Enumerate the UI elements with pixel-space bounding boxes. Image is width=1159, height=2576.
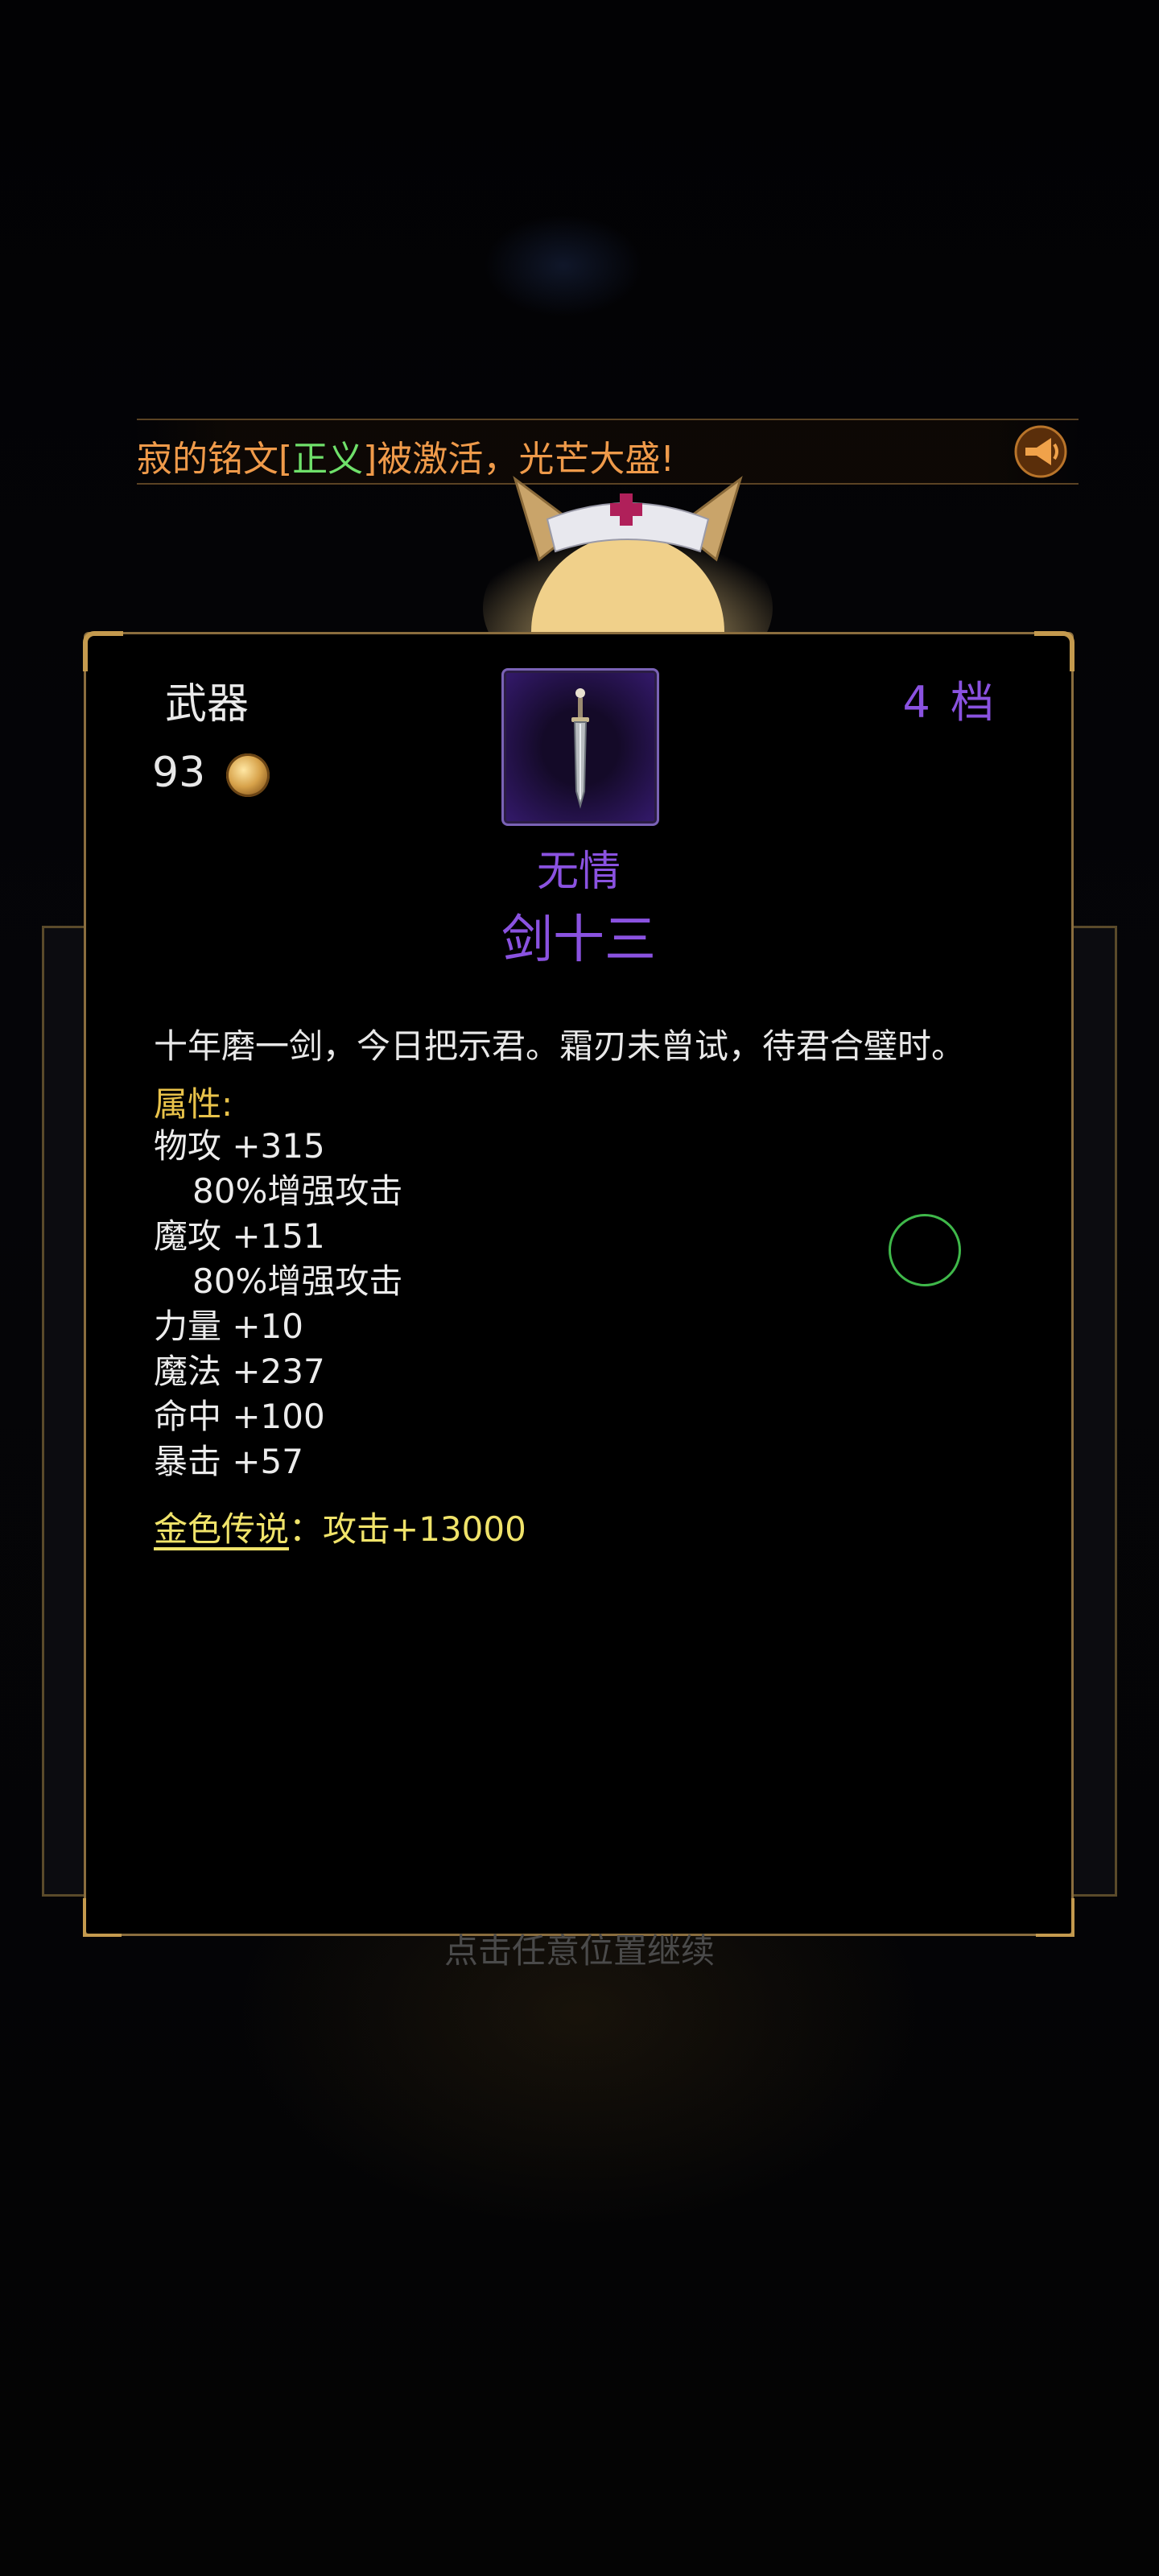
sword-icon — [571, 688, 589, 809]
attribute-line: 魔法 +237 — [154, 1352, 325, 1391]
continue-hint[interactable]: 点击任意位置继续 — [0, 1924, 1159, 1973]
tier-number: 4 — [902, 677, 934, 728]
item-icon-frame[interactable] — [501, 668, 659, 826]
coin-icon — [226, 753, 270, 797]
item-description: 十年磨一剑，今日把示君。霜刃未曾试，待君合璧时。 — [154, 1026, 966, 1066]
horn-icon[interactable] — [1013, 423, 1069, 480]
broadcast-text-before: 寂的铭文[ — [137, 439, 293, 480]
item-price: 93 — [152, 749, 206, 797]
attributes-title: 属性: — [154, 1084, 233, 1124]
attribute-subline: 80%增强攻击 — [192, 1171, 403, 1211]
broadcast-highlight: 正义 — [292, 439, 364, 480]
attribute-line: 力量 +10 — [154, 1307, 303, 1346]
attribute-list: 物攻 +315 80%增强攻击 魔攻 +151 80%增强攻击 力量 +10 魔… — [154, 1124, 402, 1484]
background-panel-left — [42, 926, 89, 1897]
attribute-subline: 80%增强攻击 — [192, 1261, 403, 1301]
tier-unit: 档 — [951, 677, 997, 728]
item-slot-label: 武器 — [165, 680, 250, 729]
frame-corner — [83, 631, 123, 671]
legend-effect: 金色传说：攻击+13000 — [154, 1502, 526, 1551]
attribute-line: 命中 +100 — [154, 1397, 325, 1436]
item-name: 剑十三 — [501, 910, 656, 970]
attribute-line: 物攻 +315 — [154, 1126, 325, 1166]
touch-indicator — [889, 1214, 961, 1286]
attribute-line: 魔攻 +151 — [154, 1216, 325, 1256]
item-tier: 4 档 — [902, 667, 997, 730]
frame-corner — [1034, 631, 1074, 671]
character-portrait — [483, 471, 773, 729]
attribute-line: 暴击 +57 — [154, 1442, 303, 1481]
legend-effect-text: ：攻击+13000 — [289, 1509, 526, 1549]
item-prefix: 无情 — [536, 848, 621, 896]
legend-name-link[interactable]: 金色传说 — [154, 1509, 289, 1549]
background-panel-right — [1070, 926, 1117, 1897]
